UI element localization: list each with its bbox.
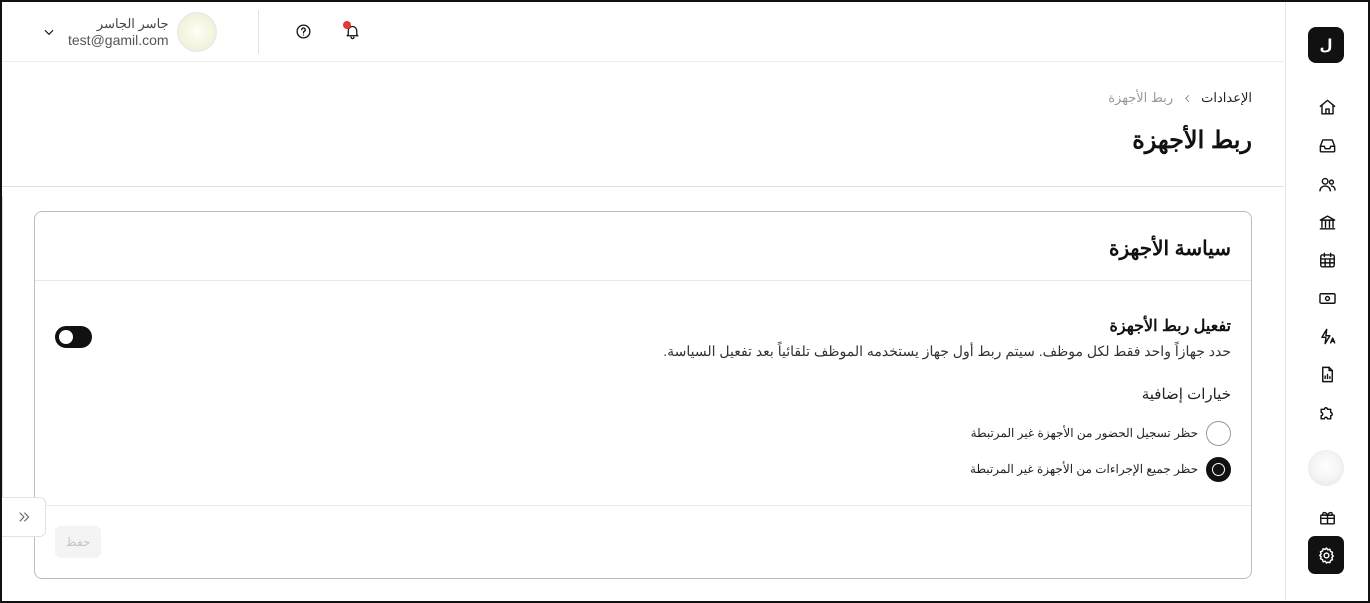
sidebar-item-home[interactable] (1307, 91, 1347, 123)
chevron-down-icon (44, 29, 54, 36)
sidebar-item-bank[interactable] (1307, 206, 1347, 238)
option-label: حظر تسجيل الحضور من الأجهزة غير المرتبطة (970, 426, 1198, 440)
app-logo[interactable]: ل (1308, 27, 1344, 63)
sidebar-item-employees[interactable] (1307, 168, 1347, 200)
puzzle-icon (1319, 406, 1333, 420)
save-button[interactable]: حفظ (55, 526, 101, 558)
sidebar-item-settings[interactable] (1308, 536, 1344, 574)
sidebar-item-gifts[interactable] (1307, 501, 1347, 533)
notification-dot (343, 21, 351, 29)
gear-icon (1318, 546, 1334, 564)
radio-block-all-actions[interactable] (1206, 456, 1231, 482)
device-binding-description: حدد جهازاً واحد فقط لكل موظف. سيتم ربط أ… (663, 343, 1231, 359)
device-binding-title: تفعيل ربط الأجهزة (1109, 318, 1231, 335)
option-block-all-actions[interactable]: حظر جميع الإجراءات من الأجهزة غير المرتب… (970, 456, 1231, 482)
card-divider (35, 280, 1251, 281)
sidebar-item-automation[interactable] (1307, 320, 1347, 352)
card-title: سياسة الأجهزة (1109, 238, 1231, 260)
lightning-a-icon (1320, 328, 1335, 344)
option-label: حظر جميع الإجراءات من الأجهزة غير المرتب… (970, 462, 1198, 476)
chevron-left-icon (1185, 94, 1190, 102)
home-icon (1319, 99, 1335, 115)
device-policy-card: سياسة الأجهزة تفعيل ربط الأجهزة حدد جهاز… (34, 211, 1252, 579)
sidebar-item-integrations[interactable] (1307, 396, 1347, 428)
calendar-icon (1319, 252, 1335, 268)
notifications-button[interactable] (341, 20, 363, 42)
page-title: ربط الأجهزة (1132, 127, 1252, 154)
breadcrumb-settings[interactable]: الإعدادات (1201, 90, 1252, 106)
users-icon (1318, 177, 1336, 192)
panel-edge (2, 196, 3, 536)
card-footer-divider (35, 505, 1251, 506)
user-menu[interactable]: جاسر الجاسر test@gamil.com (38, 12, 217, 52)
breadcrumb-separator (1181, 92, 1193, 104)
breadcrumb-current: ربط الأجهزة (1108, 90, 1174, 105)
extra-options-label: خيارات إضافية (1141, 386, 1231, 403)
user-name: جاسر الجاسر (96, 15, 169, 31)
header-divider (258, 10, 259, 54)
inbox-icon (1319, 138, 1335, 153)
bank-icon (1319, 214, 1335, 230)
user-info: جاسر الجاسر test@gamil.com (68, 16, 169, 49)
money-icon (1318, 292, 1336, 304)
top-header: جاسر الجاسر test@gamil.com (2, 2, 1284, 62)
expand-panel-button[interactable] (2, 497, 46, 537)
logo-text: ل (1319, 36, 1333, 54)
sidebar-item-calendar[interactable] (1307, 244, 1347, 276)
gift-icon (1319, 511, 1335, 525)
heading-divider (2, 186, 1284, 187)
sidebar-item-inbox[interactable] (1307, 129, 1347, 161)
help-button[interactable] (292, 20, 314, 42)
avatar[interactable] (176, 12, 217, 52)
chevrons-right-icon (18, 512, 29, 522)
breadcrumb: الإعدادات ربط الأجهزة (1108, 90, 1252, 106)
sidebar-item-reports[interactable] (1307, 358, 1347, 390)
option-block-attendance[interactable]: حظر تسجيل الحضور من الأجهزة غير المرتبطة (971, 420, 1231, 446)
device-binding-toggle[interactable] (55, 326, 92, 348)
toggle-knob (59, 330, 73, 344)
radio-block-attendance[interactable] (1206, 420, 1231, 446)
workspace-avatar[interactable] (1308, 450, 1344, 486)
icon-sidebar: ل (1285, 2, 1368, 601)
sidebar-item-payroll[interactable] (1307, 282, 1347, 314)
user-email: test@gamil.com (68, 31, 169, 48)
file-chart-icon (1321, 366, 1333, 382)
help-icon (295, 23, 311, 39)
user-menu-toggle[interactable] (38, 21, 60, 43)
